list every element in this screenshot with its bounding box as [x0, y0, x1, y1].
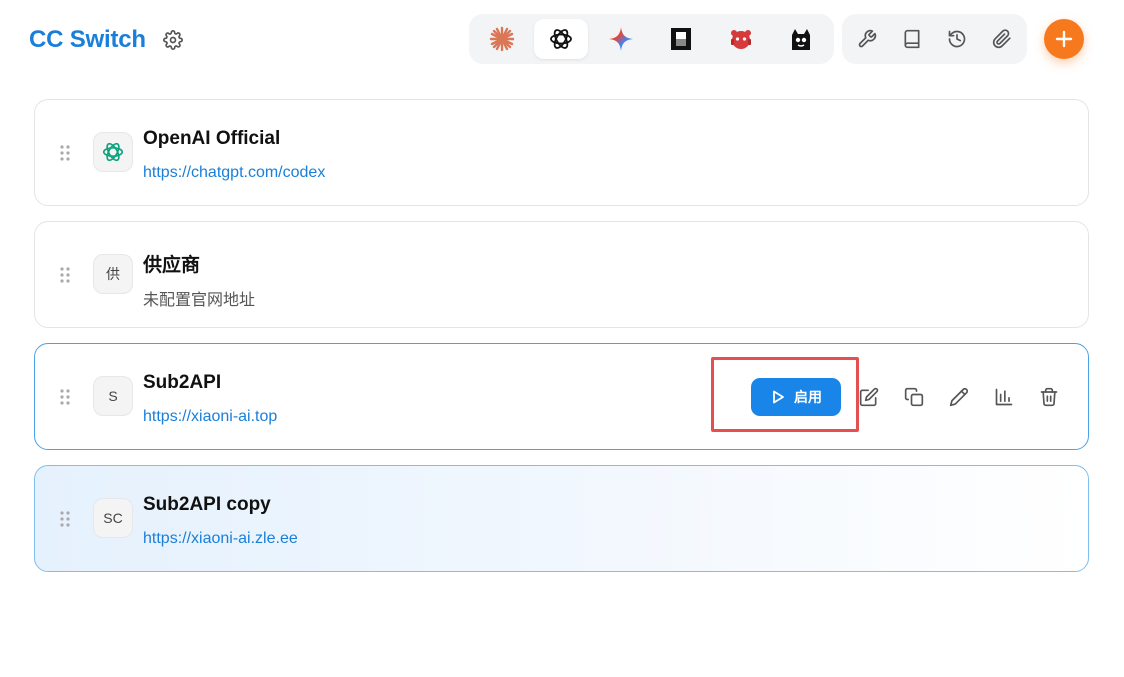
plus-icon	[1055, 30, 1073, 48]
toolbar	[842, 14, 1027, 64]
book-icon[interactable]	[897, 24, 927, 54]
provider-name: 供应商	[143, 255, 201, 276]
paperclip-icon[interactable]	[987, 24, 1017, 54]
drag-handle-icon[interactable]	[59, 266, 71, 284]
provider-url[interactable]: https://chatgpt.com/codex	[143, 164, 325, 182]
provider-name: Sub2API copy	[143, 494, 271, 515]
provider-avatar: 供	[93, 254, 133, 294]
app-switcher	[469, 14, 834, 64]
provider-card-current[interactable]: SC Sub2API copy https://xiaoni-ai.zle.ee	[34, 465, 1089, 572]
provider-url[interactable]: https://xiaoni-ai.top	[143, 408, 277, 426]
app-title: CC Switch	[29, 26, 146, 53]
trash-icon[interactable]	[1036, 384, 1062, 410]
app-header: CC Switch	[0, 0, 1124, 80]
drag-handle-icon[interactable]	[59, 144, 71, 162]
provider-card[interactable]: OpenAI Official https://chatgpt.com/code…	[34, 99, 1089, 206]
gear-icon[interactable]	[160, 27, 186, 53]
gemini-star-icon[interactable]	[594, 19, 648, 59]
drag-handle-icon[interactable]	[59, 510, 71, 528]
highlight-box	[711, 357, 859, 432]
provider-avatar: S	[93, 376, 133, 416]
pencil-icon[interactable]	[946, 384, 972, 410]
red-robot-icon[interactable]	[714, 19, 768, 59]
claude-burst-icon[interactable]	[475, 19, 529, 59]
provider-url: 未配置官网地址	[143, 292, 256, 309]
opencode-icon[interactable]	[654, 19, 708, 59]
provider-avatar: SC	[93, 498, 133, 538]
provider-card[interactable]: 供 供应商 未配置官网地址	[34, 221, 1089, 328]
openai-icon	[93, 132, 133, 172]
drag-handle-icon[interactable]	[59, 388, 71, 406]
provider-card[interactable]: S Sub2API https://xiaoni-ai.top 启用	[34, 343, 1089, 450]
openai-icon[interactable]	[534, 19, 588, 59]
provider-url[interactable]: https://xiaoni-ai.zle.ee	[143, 530, 298, 548]
duplicate-icon[interactable]	[901, 384, 927, 410]
black-cat-icon[interactable]	[774, 19, 828, 59]
history-icon[interactable]	[942, 24, 972, 54]
provider-name: OpenAI Official	[143, 128, 281, 149]
add-provider-button[interactable]	[1044, 19, 1084, 59]
wrench-icon[interactable]	[852, 24, 882, 54]
edit-icon[interactable]	[856, 384, 882, 410]
chart-icon[interactable]	[991, 384, 1017, 410]
provider-name: Sub2API	[143, 372, 222, 393]
